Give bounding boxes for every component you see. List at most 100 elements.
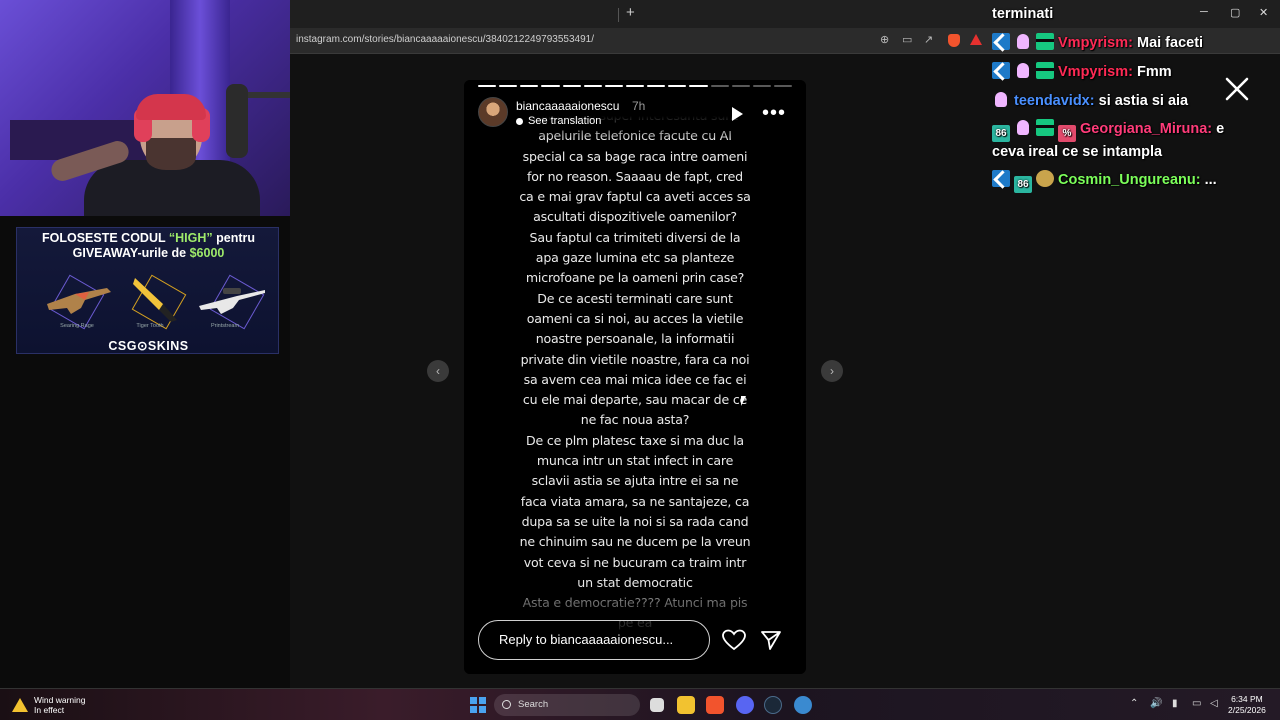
- story-text-line: De ce plm platesc taxe si ma duc la: [526, 432, 744, 448]
- steam-icon[interactable]: [764, 696, 782, 714]
- chat-username: Vmpyrism:: [1058, 35, 1133, 51]
- chat-message: Vmpyrism: Fmm: [992, 62, 1172, 82]
- story-text-line: Sau faptul ca trimiteti diversi de la: [529, 229, 741, 245]
- promo-code: “HIGH”: [168, 231, 213, 245]
- story-text-line: ascultati dispozitivele oamenilor?: [533, 209, 737, 225]
- chat-message: 86 Cosmin_Ungureanu: ...: [992, 170, 1217, 193]
- clock-time: 6:34 PM: [1231, 694, 1263, 704]
- see-translation-link[interactable]: See translation: [516, 115, 601, 127]
- chat-text: terminati: [992, 6, 1054, 22]
- subscriber-badge-icon: [1014, 62, 1032, 79]
- send-icon[interactable]: [760, 629, 782, 651]
- cast-icon[interactable]: ▭: [902, 33, 912, 46]
- streamer-cap: [136, 94, 206, 120]
- avatar[interactable]: [478, 97, 508, 127]
- task-view-icon[interactable]: [650, 698, 664, 712]
- clock-date: 2/25/2026: [1228, 705, 1266, 715]
- chat-username: teendavidx:: [1014, 93, 1095, 109]
- story-username[interactable]: biancaaaaaionescu: [516, 99, 619, 113]
- subscriber-badge-icon: [1014, 33, 1032, 50]
- subscriber-badge-icon: [1014, 119, 1032, 136]
- speaker-icon[interactable]: ◁: [1210, 698, 1218, 709]
- progress-segment: [541, 85, 560, 87]
- progress-segment: [562, 85, 581, 87]
- brave-browser-icon[interactable]: [706, 696, 724, 714]
- file-explorer-icon[interactable]: [677, 696, 695, 714]
- story-text-line: oameni ca si noi, au acces la vietile: [526, 310, 744, 326]
- zoom-icon[interactable]: ⊕: [880, 33, 889, 46]
- story-progress-bar: [478, 85, 793, 88]
- microphone: [226, 84, 248, 158]
- story-viewer: (alta fapta super interesanta suntapelur…: [464, 80, 806, 674]
- progress-segment: [604, 85, 623, 87]
- promo-line-2: GIVEAWAY-urile de $6000: [17, 246, 278, 260]
- promo-banner: FOLOSESTE CODUL “HIGH” pentru GIVEAWAY-u…: [16, 227, 279, 354]
- moderator-badge-icon: [992, 33, 1010, 50]
- weather-title: Wind warning: [34, 695, 86, 705]
- url-text[interactable]: instagram.com/stories/biancaaaaaionescu/…: [296, 34, 594, 45]
- chat-message: teendavidx: si astia si aia: [992, 91, 1188, 111]
- bits-badge-icon: 86: [1014, 176, 1032, 193]
- taskbar-search[interactable]: Search: [494, 694, 640, 716]
- promo-text: FOLOSESTE CODUL: [42, 231, 166, 245]
- share-icon[interactable]: ↗: [924, 33, 933, 46]
- reply-input[interactable]: Reply to biancaaaaaionescu...: [478, 620, 710, 660]
- story-text-line: De ce acesti terminati care sunt: [537, 290, 733, 306]
- tray-chevron-icon[interactable]: ⌃: [1130, 698, 1138, 709]
- promo-text: pentru: [216, 231, 255, 245]
- moderator-badge-icon: [992, 62, 1010, 79]
- gift-badge-icon: [1036, 62, 1054, 79]
- search-label: Search: [518, 699, 549, 710]
- play-icon[interactable]: [732, 107, 743, 121]
- search-icon: [502, 700, 511, 709]
- progress-segment: [689, 85, 708, 87]
- story-text-line: sa avem cea mai mica idee ce fac ei: [523, 371, 747, 387]
- new-tab-button[interactable]: +: [626, 4, 635, 21]
- mouse-cursor: [741, 396, 746, 406]
- chat-message: terminati: [992, 4, 1053, 24]
- brave-rewards-icon[interactable]: [970, 34, 982, 45]
- globe-icon[interactable]: [794, 696, 812, 714]
- gift-badge-icon: [1036, 119, 1054, 136]
- windows-start-icon[interactable]: [470, 697, 486, 713]
- progress-segment: [710, 85, 729, 87]
- progress-segment: [520, 85, 539, 87]
- chat-message: Vmpyrism: Mai faceti: [992, 33, 1203, 53]
- progress-segment: [752, 85, 771, 87]
- brave-shields-icon[interactable]: [948, 34, 960, 47]
- chat-message: 86% Georgiana_Miruna: e: [992, 119, 1224, 142]
- chat-text: ceva ireal ce se intampla: [992, 144, 1163, 160]
- translate-icon: [516, 117, 523, 125]
- story-age: 7h: [632, 99, 646, 113]
- story-text-line: microfoane pe la oameni prin case?: [525, 270, 745, 286]
- weather-widget[interactable]: Wind warning In effect: [12, 695, 86, 715]
- more-options-icon[interactable]: •••: [762, 102, 786, 125]
- promo-amount: $6000: [189, 246, 225, 260]
- chat-username: Georgiana_Miruna:: [1080, 121, 1213, 137]
- story-text-line: faca viata amara, sa ne santajeze, ca: [520, 493, 750, 509]
- story-text-line: ne fac noua asta?: [580, 412, 690, 428]
- close-story-icon[interactable]: [1224, 76, 1250, 102]
- webcam-feed: [0, 0, 290, 216]
- story-text-line: noastre persoanale, la informatii: [535, 331, 735, 347]
- skin-name: Tiger Tooth: [136, 323, 164, 329]
- story-text: (alta fapta super interesanta suntapelur…: [516, 106, 754, 634]
- progress-segment: [731, 85, 750, 87]
- taskbar: Wind warning In effect Search ⌃ 🔊 ▮ ▭ ◁ …: [0, 688, 1280, 720]
- progress-segment: [668, 85, 687, 87]
- volume-icon[interactable]: 🔊: [1150, 698, 1162, 709]
- microphone-icon[interactable]: ▮: [1172, 698, 1178, 709]
- prev-story-button[interactable]: ‹: [427, 360, 449, 382]
- story-text-line: cu ele mai departe, sau macar de ce: [522, 392, 748, 408]
- rifle-skin-icon: [47, 288, 111, 314]
- moderator-badge-icon: [992, 170, 1010, 187]
- chat-username: Vmpyrism:: [1058, 64, 1133, 80]
- discord-icon[interactable]: [736, 696, 754, 714]
- heart-icon[interactable]: [722, 629, 746, 651]
- next-story-button[interactable]: ›: [821, 360, 843, 382]
- chat-text: ...: [1204, 172, 1217, 188]
- clock[interactable]: 6:34 PM 2/25/2026: [1228, 694, 1266, 716]
- display-icon[interactable]: ▭: [1192, 698, 1201, 709]
- story-text-line: private din vietile noastre, fara ca noi: [520, 351, 750, 367]
- founder-badge-icon: %: [1058, 125, 1076, 142]
